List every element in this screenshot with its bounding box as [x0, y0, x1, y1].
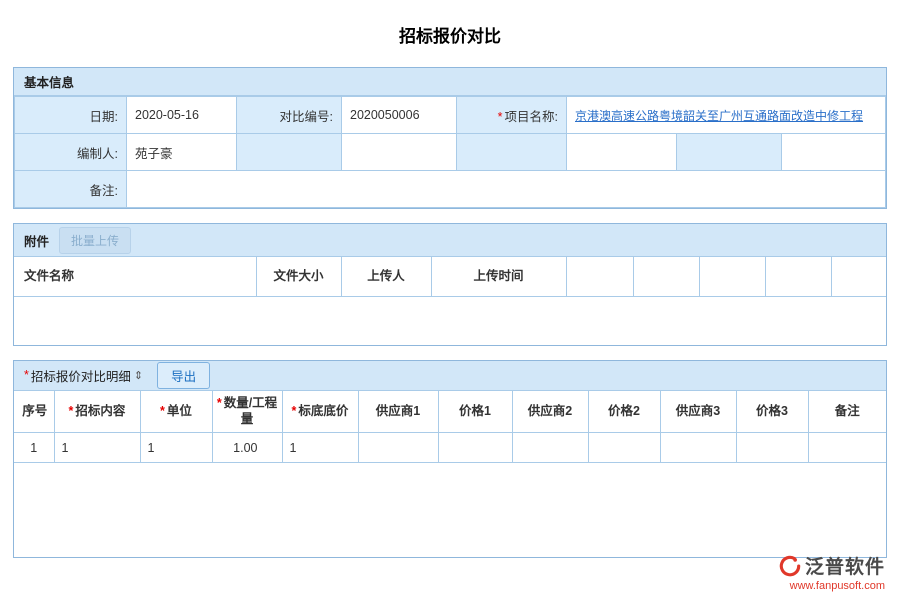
required-asterisk: *: [160, 404, 165, 418]
project-name-label: *项目名称:: [457, 97, 567, 134]
col-label: 价格3: [756, 404, 788, 418]
col-base-price: *标底底价: [282, 391, 358, 433]
brand-website: www.fanpusoft.com: [779, 580, 885, 592]
date-label: 日期:: [15, 97, 127, 134]
batch-upload-button[interactable]: 批量上传: [59, 227, 131, 254]
col-empty: [633, 257, 699, 296]
empty-value-cell: [567, 134, 677, 171]
cell-remark: [808, 433, 886, 463]
col-seq: 序号: [14, 391, 54, 433]
attachments-table: 文件名称 文件大小 上传人 上传时间: [14, 257, 886, 297]
cell-price2: [588, 433, 660, 463]
basic-info-row-2: 编制人: 苑子豪: [15, 134, 886, 171]
basic-info-row-3: 备注:: [15, 171, 886, 208]
col-supplier1: 供应商1: [358, 391, 438, 433]
col-empty: [831, 257, 886, 296]
col-remark: 备注: [808, 391, 886, 433]
cell-base-price: 1: [282, 433, 358, 463]
page-title: 招标报价对比: [0, 0, 900, 47]
col-price1: 价格1: [438, 391, 512, 433]
col-unit: *单位: [140, 391, 212, 433]
col-label: 供应商2: [528, 404, 572, 418]
col-empty: [699, 257, 765, 296]
col-label: 价格1: [459, 404, 491, 418]
cell-price1: [438, 433, 512, 463]
col-label: 数量/工程量: [224, 396, 277, 426]
col-empty: [765, 257, 831, 296]
col-supplier3: 供应商3: [660, 391, 736, 433]
col-label: 备注: [835, 404, 860, 418]
empty-value-cell: [342, 134, 457, 171]
attachments-empty-area: [14, 297, 886, 345]
author-value: 苑子豪: [127, 134, 237, 171]
col-price3: 价格3: [736, 391, 808, 433]
required-asterisk: *: [217, 396, 222, 410]
required-asterisk: *: [24, 368, 29, 382]
project-label-text: 项目名称:: [505, 110, 558, 124]
col-label: 序号: [22, 404, 47, 418]
page: 招标报价对比 基本信息 日期: 2020-05-16 对比编号: 2020050…: [0, 0, 900, 558]
attachments-panel: 附件 批量上传 文件名称 文件大小 上传人 上传时间: [13, 223, 887, 346]
cell-seq: 1: [14, 433, 54, 463]
empty-label-cell: [677, 134, 782, 171]
col-label: 招标内容: [75, 404, 125, 418]
attachments-header: 附件 批量上传: [14, 224, 886, 257]
col-file-size: 文件大小: [256, 257, 341, 296]
compare-no-label: 对比编号:: [237, 97, 342, 134]
col-label: 供应商1: [376, 404, 420, 418]
detail-header-row: 序号 *招标内容 *单位 *数量/工程量 *标底底价 供应商1 价格1 供应商2…: [14, 391, 886, 433]
basic-info-panel: 基本信息 日期: 2020-05-16 对比编号: 2020050006 *项目…: [13, 67, 887, 209]
col-empty: [566, 257, 633, 296]
cell-supplier2: [512, 433, 588, 463]
export-button[interactable]: 导出: [157, 362, 210, 389]
col-label: 价格2: [608, 404, 640, 418]
sort-arrows-icon[interactable]: ⇕: [134, 369, 143, 382]
empty-value-cell: [782, 134, 886, 171]
remark-value: [127, 171, 886, 208]
attachments-title: 附件: [24, 231, 49, 250]
attachments-header-row: 文件名称 文件大小 上传人 上传时间: [14, 257, 886, 296]
detail-table: 序号 *招标内容 *单位 *数量/工程量 *标底底价 供应商1 价格1 供应商2…: [14, 391, 886, 464]
detail-title: 招标报价对比明细: [31, 366, 131, 385]
project-name-cell: 京港澳高速公路粤境韶关至广州互通路面改造中修工程: [567, 97, 886, 134]
detail-panel: * 招标报价对比明细 ⇕ 导出 序号 *招标内容 *单位 *数量/工程量 *标底…: [13, 360, 887, 559]
basic-info-header: 基本信息: [14, 68, 886, 96]
brand-name: 泛普软件: [805, 552, 885, 579]
date-value: 2020-05-16: [127, 97, 237, 134]
cell-supplier1: [358, 433, 438, 463]
basic-info-table: 日期: 2020-05-16 对比编号: 2020050006 *项目名称: 京…: [14, 96, 886, 208]
cell-bid-content: 1: [54, 433, 140, 463]
col-price2: 价格2: [588, 391, 660, 433]
basic-info-title: 基本信息: [24, 72, 74, 91]
detail-row: 1 1 1 1.00 1: [14, 433, 886, 463]
cell-supplier3: [660, 433, 736, 463]
required-asterisk: *: [69, 404, 74, 418]
cell-quantity: 1.00: [212, 433, 282, 463]
empty-label-cell: [457, 134, 567, 171]
col-upload-time: 上传时间: [431, 257, 566, 296]
empty-label-cell: [237, 134, 342, 171]
col-file-name: 文件名称: [14, 257, 256, 296]
cell-unit: 1: [140, 433, 212, 463]
project-name-link[interactable]: 京港澳高速公路粤境韶关至广州互通路面改造中修工程: [575, 109, 863, 123]
col-bid-content: *招标内容: [54, 391, 140, 433]
fanpu-logo-icon: [779, 555, 801, 577]
required-asterisk: *: [498, 110, 503, 124]
cell-price3: [736, 433, 808, 463]
col-supplier2: 供应商2: [512, 391, 588, 433]
col-label: 供应商3: [676, 404, 720, 418]
col-label: 单位: [167, 404, 192, 418]
col-label: 标底底价: [298, 404, 348, 418]
compare-no-value: 2020050006: [342, 97, 457, 134]
col-uploader: 上传人: [341, 257, 431, 296]
detail-empty-area: [14, 463, 886, 557]
remark-label: 备注:: [15, 171, 127, 208]
required-asterisk: *: [292, 404, 297, 418]
detail-header: * 招标报价对比明细 ⇕ 导出: [14, 361, 886, 391]
author-label: 编制人:: [15, 134, 127, 171]
col-quantity: *数量/工程量: [212, 391, 282, 433]
vendor-logo: 泛普软件 www.fanpusoft.com: [779, 552, 885, 592]
basic-info-row-1: 日期: 2020-05-16 对比编号: 2020050006 *项目名称: 京…: [15, 97, 886, 134]
